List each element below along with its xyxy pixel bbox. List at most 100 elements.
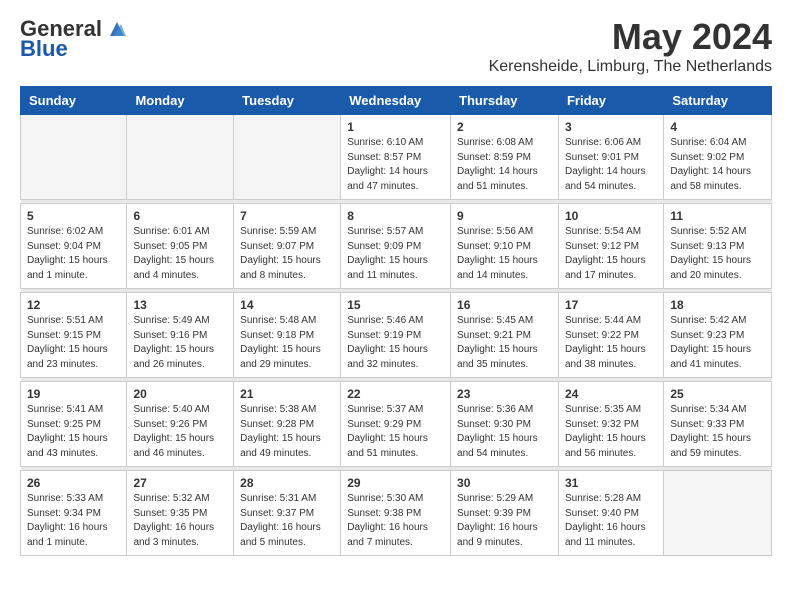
day-info: Sunrise: 5:41 AMSunset: 9:25 PMDaylight:… [27,403,120,461]
day-cell: 28 Sunrise: 5:31 AMSunset: 9:37 PMDayligh… [234,471,341,556]
day-info: Sunrise: 5:51 AMSunset: 9:15 PMDaylight:… [27,314,120,372]
day-info: Sunrise: 5:38 AMSunset: 9:28 PMDaylight:… [240,403,334,461]
day-info: Sunrise: 5:56 AMSunset: 9:10 PMDaylight:… [457,225,552,283]
day-number: 18 [670,298,765,312]
day-info: Sunrise: 5:45 AMSunset: 9:21 PMDaylight:… [457,314,552,372]
day-cell: 19 Sunrise: 5:41 AMSunset: 9:25 PMDayligh… [21,382,127,467]
day-info: Sunrise: 5:37 AMSunset: 9:29 PMDaylight:… [347,403,444,461]
col-header-sunday: Sunday [21,87,127,115]
day-cell: 11 Sunrise: 5:52 AMSunset: 9:13 PMDayligh… [664,204,772,289]
week-row-5: 26 Sunrise: 5:33 AMSunset: 9:34 PMDayligh… [21,471,772,556]
day-number: 14 [240,298,334,312]
day-number: 30 [457,476,552,490]
day-cell: 23Sunrise: 5:36 AMSunset: 9:30 PMDayligh… [451,382,559,467]
col-header-saturday: Saturday [664,87,772,115]
day-number: 24 [565,387,657,401]
day-info: Sunrise: 6:04 AMSunset: 9:02 PMDaylight:… [670,136,765,194]
day-number: 2 [457,120,552,134]
header: General Blue May 2024 Kerensheide, Limbu… [20,16,772,76]
day-number: 1 [347,120,444,134]
day-number: 27 [133,476,227,490]
day-info: Sunrise: 5:33 AMSunset: 9:34 PMDaylight:… [27,492,120,550]
day-cell: 13Sunrise: 5:49 AMSunset: 9:16 PMDayligh… [127,293,234,378]
col-header-thursday: Thursday [451,87,559,115]
day-number: 28 [240,476,334,490]
day-number: 15 [347,298,444,312]
day-info: Sunrise: 5:42 AMSunset: 9:23 PMDaylight:… [670,314,765,372]
day-number: 29 [347,476,444,490]
day-number: 13 [133,298,227,312]
day-info: Sunrise: 6:06 AMSunset: 9:01 PMDaylight:… [565,136,657,194]
day-number: 9 [457,209,552,223]
day-info: Sunrise: 5:28 AMSunset: 9:40 PMDaylight:… [565,492,657,550]
col-header-tuesday: Tuesday [234,87,341,115]
logo-icon [106,18,128,40]
day-number: 12 [27,298,120,312]
week-row-2: 5 Sunrise: 6:02 AMSunset: 9:04 PMDaylight… [21,204,772,289]
day-info: Sunrise: 5:46 AMSunset: 9:19 PMDaylight:… [347,314,444,372]
col-header-wednesday: Wednesday [341,87,451,115]
day-number: 16 [457,298,552,312]
day-cell: 20 Sunrise: 5:40 AMSunset: 9:26 PMDayligh… [127,382,234,467]
day-number: 6 [133,209,227,223]
day-cell: 9 Sunrise: 5:56 AMSunset: 9:10 PMDaylight… [451,204,559,289]
day-info: Sunrise: 5:31 AMSunset: 9:37 PMDaylight:… [240,492,334,550]
header-row: SundayMondayTuesdayWednesdayThursdayFrid… [21,87,772,115]
day-cell: 6 Sunrise: 6:01 AMSunset: 9:05 PMDaylight… [127,204,234,289]
day-cell: 15 Sunrise: 5:46 AMSunset: 9:19 PMDayligh… [341,293,451,378]
day-info: Sunrise: 5:32 AMSunset: 9:35 PMDaylight:… [133,492,227,550]
day-number: 19 [27,387,120,401]
page-container: General Blue May 2024 Kerensheide, Limbu… [0,0,792,572]
day-cell: 31 Sunrise: 5:28 AMSunset: 9:40 PMDayligh… [558,471,663,556]
day-cell: 14Sunrise: 5:48 AMSunset: 9:18 PMDayligh… [234,293,341,378]
day-number: 26 [27,476,120,490]
day-cell: 24 Sunrise: 5:35 AMSunset: 9:32 PMDayligh… [558,382,663,467]
day-info: Sunrise: 5:35 AMSunset: 9:32 PMDaylight:… [565,403,657,461]
day-cell: 1Sunrise: 6:10 AMSunset: 8:57 PMDaylight… [341,115,451,200]
day-number: 3 [565,120,657,134]
title-block: May 2024 Kerensheide, Limburg, The Nethe… [489,16,772,76]
day-info: Sunrise: 5:34 AMSunset: 9:33 PMDaylight:… [670,403,765,461]
day-info: Sunrise: 5:59 AMSunset: 9:07 PMDaylight:… [240,225,334,283]
day-number: 25 [670,387,765,401]
col-header-friday: Friday [558,87,663,115]
day-number: 20 [133,387,227,401]
day-number: 31 [565,476,657,490]
day-cell: 21 Sunrise: 5:38 AMSunset: 9:28 PMDayligh… [234,382,341,467]
day-cell [234,115,341,200]
day-info: Sunrise: 5:57 AMSunset: 9:09 PMDaylight:… [347,225,444,283]
day-info: Sunrise: 5:52 AMSunset: 9:13 PMDaylight:… [670,225,765,283]
day-info: Sunrise: 5:29 AMSunset: 9:39 PMDaylight:… [457,492,552,550]
day-cell: 26 Sunrise: 5:33 AMSunset: 9:34 PMDayligh… [21,471,127,556]
day-cell: 5 Sunrise: 6:02 AMSunset: 9:04 PMDaylight… [21,204,127,289]
day-number: 10 [565,209,657,223]
day-cell [127,115,234,200]
day-cell: 4 Sunrise: 6:04 AMSunset: 9:02 PMDaylight… [664,115,772,200]
day-cell: 27 Sunrise: 5:32 AMSunset: 9:35 PMDayligh… [127,471,234,556]
day-number: 5 [27,209,120,223]
day-info: Sunrise: 5:40 AMSunset: 9:26 PMDaylight:… [133,403,227,461]
day-number: 21 [240,387,334,401]
day-number: 23 [457,387,552,401]
day-cell: 10Sunrise: 5:54 AMSunset: 9:12 PMDayligh… [558,204,663,289]
day-number: 17 [565,298,657,312]
day-cell [664,471,772,556]
calendar-table: SundayMondayTuesdayWednesdayThursdayFrid… [20,86,772,556]
day-cell: 17Sunrise: 5:44 AMSunset: 9:22 PMDayligh… [558,293,663,378]
day-cell: 22 Sunrise: 5:37 AMSunset: 9:29 PMDayligh… [341,382,451,467]
day-number: 22 [347,387,444,401]
day-info: Sunrise: 6:02 AMSunset: 9:04 PMDaylight:… [27,225,120,283]
col-header-monday: Monday [127,87,234,115]
month-title: May 2024 [489,16,772,58]
day-number: 8 [347,209,444,223]
day-cell: 3 Sunrise: 6:06 AMSunset: 9:01 PMDaylight… [558,115,663,200]
day-cell: 12 Sunrise: 5:51 AMSunset: 9:15 PMDayligh… [21,293,127,378]
day-number: 11 [670,209,765,223]
week-row-3: 12 Sunrise: 5:51 AMSunset: 9:15 PMDayligh… [21,293,772,378]
day-info: Sunrise: 5:30 AMSunset: 9:38 PMDaylight:… [347,492,444,550]
day-info: Sunrise: 6:01 AMSunset: 9:05 PMDaylight:… [133,225,227,283]
day-number: 4 [670,120,765,134]
day-cell: 29 Sunrise: 5:30 AMSunset: 9:38 PMDayligh… [341,471,451,556]
day-number: 7 [240,209,334,223]
calendar-header: SundayMondayTuesdayWednesdayThursdayFrid… [21,87,772,115]
